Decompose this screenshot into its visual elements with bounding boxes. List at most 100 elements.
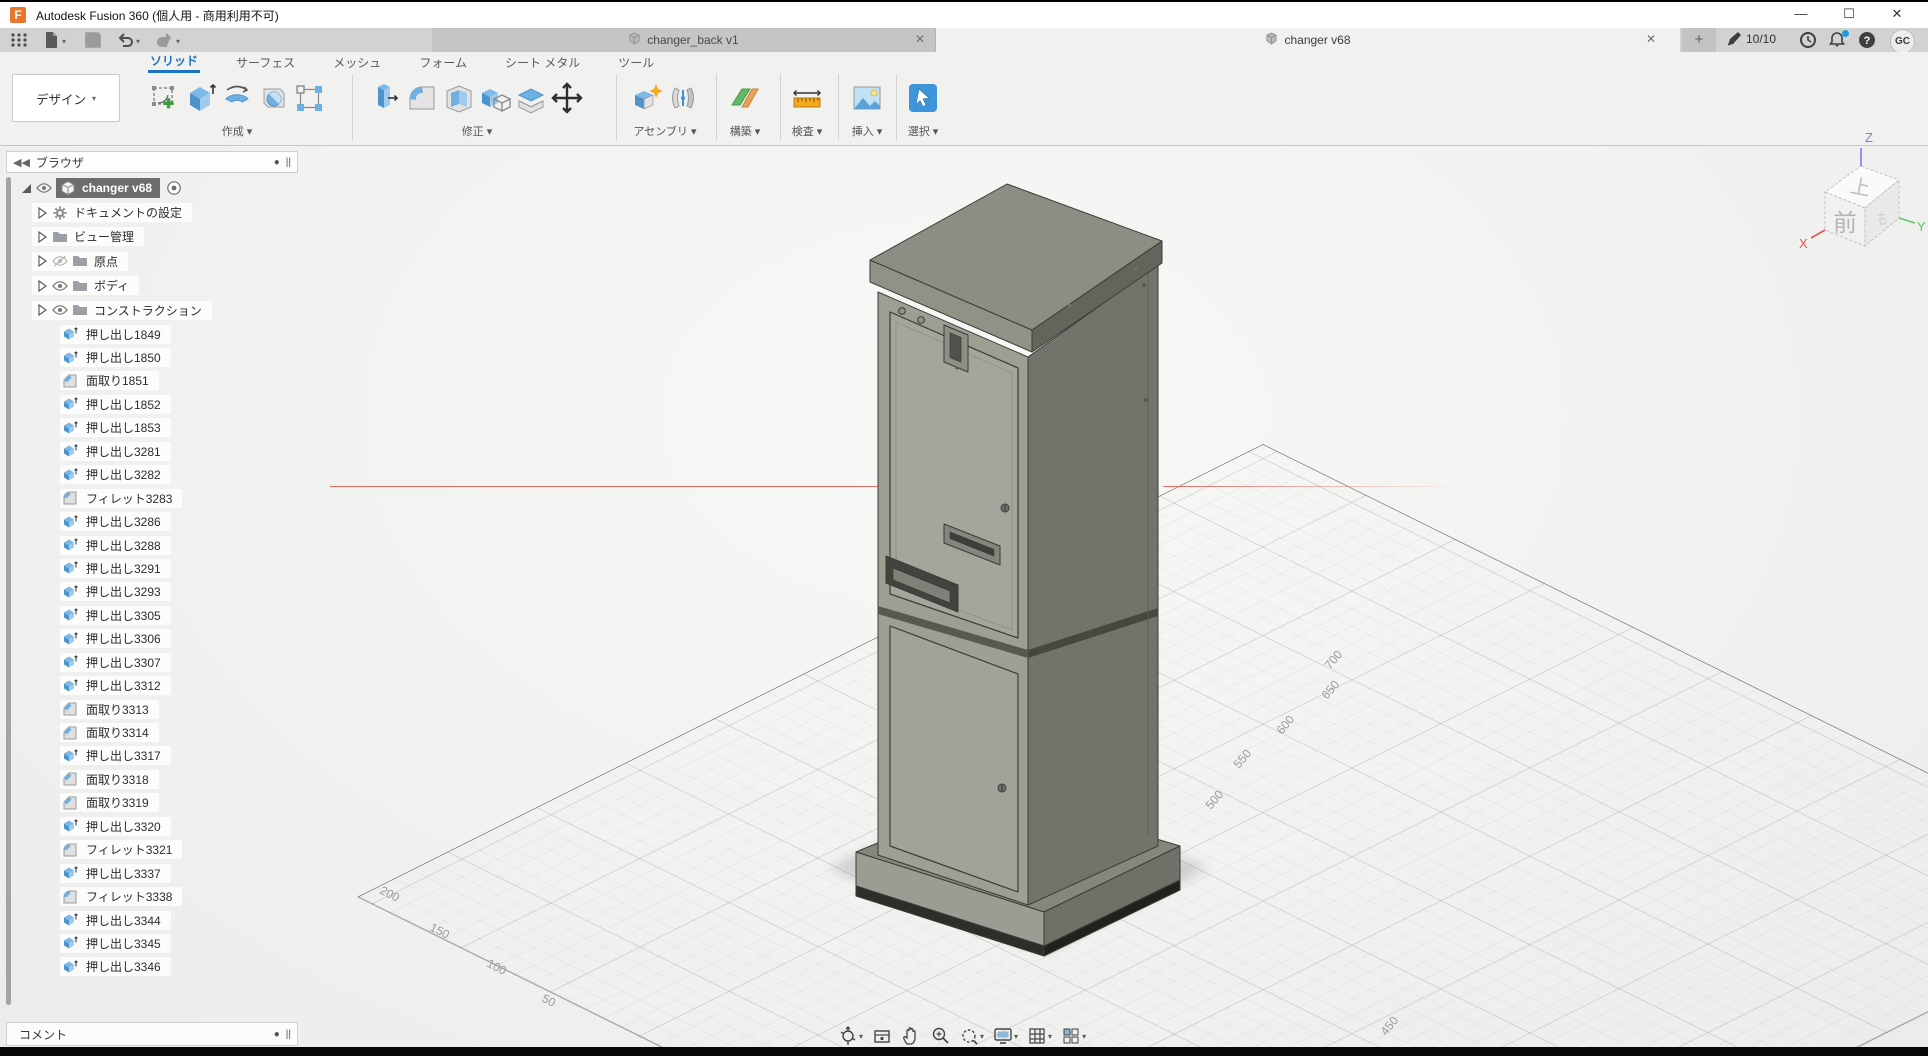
browser-feature-row[interactable]: 面取り3318: [60, 768, 308, 791]
move-icon[interactable]: [550, 81, 584, 115]
tab-close-icon[interactable]: ✕: [1646, 32, 1656, 46]
collapsed-arrow-icon[interactable]: [34, 229, 50, 245]
sweep-icon[interactable]: [256, 81, 290, 115]
ribbon-tab-2[interactable]: メッシュ: [331, 54, 383, 71]
tab-close-icon[interactable]: ✕: [915, 32, 925, 46]
visibility-eye-icon[interactable]: [36, 181, 52, 195]
browser-feature-row[interactable]: 押し出し3305: [60, 604, 308, 627]
browser-folder-row[interactable]: ドキュメントの設定: [32, 200, 308, 224]
ribbon-tab-5[interactable]: ツール: [616, 54, 656, 71]
browser-folder-row[interactable]: ビュー管理: [32, 225, 308, 249]
browser-feature-row[interactable]: 押し出し3293: [60, 580, 308, 603]
collapsed-arrow-icon[interactable]: [34, 302, 50, 318]
visibility-eye-icon[interactable]: [52, 279, 68, 293]
browser-root-row[interactable]: changer v68: [18, 176, 308, 200]
browser-feature-row[interactable]: フィレット3321: [60, 838, 308, 861]
document-tab-changer[interactable]: changer v68 ✕: [936, 28, 1680, 52]
collapsed-arrow-icon[interactable]: [34, 253, 50, 269]
ribbon-tab-4[interactable]: シート メタル: [503, 54, 582, 71]
browser-feature-row[interactable]: 押し出し3344: [60, 908, 308, 931]
joint-icon[interactable]: [666, 81, 700, 115]
extrude-icon[interactable]: [184, 81, 218, 115]
panel-options-icon[interactable]: ●: [274, 157, 280, 168]
root-selection-highlight[interactable]: changer v68: [56, 178, 160, 198]
revolve-icon[interactable]: [220, 81, 254, 115]
browser-feature-row[interactable]: フィレット3283: [60, 486, 308, 509]
browser-feature-row[interactable]: 面取り3319: [60, 791, 308, 814]
zoom-button[interactable]: [930, 1026, 950, 1046]
browser-feature-row[interactable]: 面取り3313: [60, 697, 308, 720]
browser-feature-row[interactable]: 押し出し3306: [60, 627, 308, 650]
group-label-assemble[interactable]: アセンブリ ▾: [633, 123, 696, 139]
collapsed-arrow-icon[interactable]: [34, 278, 50, 294]
new-component-icon[interactable]: [630, 81, 664, 115]
browser-feature-row[interactable]: 押し出し3282: [60, 463, 308, 486]
job-status-clock-icon[interactable]: [1799, 31, 1817, 49]
browser-folder-row[interactable]: 原点: [32, 249, 308, 273]
browser-feature-row[interactable]: 押し出し3337: [60, 861, 308, 884]
insert-canvas-icon[interactable]: [850, 81, 884, 115]
minimize-button[interactable]: —: [1786, 4, 1816, 24]
redo-caret[interactable]: ▾: [176, 37, 180, 46]
press-pull-icon[interactable]: [370, 81, 404, 115]
view-cube[interactable]: 上 前 右 Z X Y: [1795, 128, 1928, 260]
browser-feature-row[interactable]: 押し出し3320: [60, 815, 308, 838]
browser-feature-row[interactable]: 押し出し1850: [60, 346, 308, 369]
comments-panel[interactable]: コメント ● ||: [6, 1022, 298, 1046]
browser-feature-row[interactable]: 面取り1851: [60, 369, 308, 392]
combine-icon[interactable]: [478, 81, 512, 115]
group-label-insert[interactable]: 挿入 ▾: [852, 123, 883, 139]
fit-button[interactable]: ▾: [959, 1026, 984, 1046]
pattern-icon[interactable]: [292, 81, 326, 115]
group-label-create[interactable]: 作成 ▾: [222, 123, 253, 139]
activate-component-radio[interactable]: [166, 180, 182, 196]
redo-icon[interactable]: [156, 31, 176, 49]
browser-feature-row[interactable]: 押し出し3317: [60, 744, 308, 767]
browser-feature-row[interactable]: 押し出し3307: [60, 650, 308, 673]
look-at-button[interactable]: [872, 1026, 892, 1046]
undo-icon[interactable]: [116, 31, 136, 49]
browser-feature-row[interactable]: 押し出し3312: [60, 674, 308, 697]
save-icon[interactable]: [84, 31, 104, 49]
collapse-panel-icon[interactable]: ◀◀: [13, 156, 30, 169]
browser-feature-row[interactable]: 押し出し3288: [60, 533, 308, 556]
panel-grip-icon[interactable]: ||: [286, 1029, 291, 1040]
group-label-modify[interactable]: 修正 ▾: [462, 123, 493, 139]
browser-feature-row[interactable]: 押し出し3345: [60, 932, 308, 955]
file-menu-caret[interactable]: ▾: [62, 37, 66, 46]
browser-feature-row[interactable]: 面取り3314: [60, 721, 308, 744]
browser-feature-row[interactable]: 押し出し3346: [60, 955, 308, 978]
grid-settings-button[interactable]: ▾: [1027, 1026, 1052, 1046]
browser-feature-row[interactable]: 押し出し1852: [60, 393, 308, 416]
workspace-selector[interactable]: デザイン▾: [12, 74, 120, 122]
help-icon[interactable]: ?: [1858, 31, 1876, 49]
visibility-off-icon[interactable]: [52, 254, 68, 268]
credits-indicator[interactable]: 10/10: [1726, 31, 1776, 47]
browser-scrollbar[interactable]: [6, 177, 11, 1005]
cabinet-model[interactable]: [856, 184, 1180, 956]
browser-folder-row[interactable]: ボディ: [32, 274, 308, 298]
browser-feature-row[interactable]: 押し出し3286: [60, 510, 308, 533]
close-button[interactable]: ✕: [1882, 4, 1912, 24]
offset-face-icon[interactable]: [514, 81, 548, 115]
orbit-button[interactable]: ▾: [838, 1026, 863, 1046]
browser-folder-row[interactable]: コンストラクション: [32, 298, 308, 322]
file-menu-icon[interactable]: [42, 31, 62, 49]
expanded-arrow-icon[interactable]: [18, 180, 34, 196]
ribbon-tab-3[interactable]: フォーム: [417, 54, 469, 71]
app-grid-menu-icon[interactable]: [10, 31, 30, 49]
ribbon-tab-1[interactable]: サーフェス: [234, 54, 297, 71]
panel-options-icon[interactable]: ●: [274, 1029, 280, 1040]
measure-icon[interactable]: [790, 81, 824, 115]
panel-grip-icon[interactable]: ||: [286, 157, 291, 168]
create-sketch-icon[interactable]: [148, 81, 182, 115]
document-tab-changer-back[interactable]: changer_back v1 ✕: [432, 28, 936, 52]
visibility-eye-icon[interactable]: [52, 303, 68, 317]
browser-feature-row[interactable]: 押し出し1849: [60, 322, 308, 345]
group-label-inspect[interactable]: 検査 ▾: [792, 123, 823, 139]
construction-plane-icon[interactable]: [728, 81, 762, 115]
undo-caret[interactable]: ▾: [136, 37, 140, 46]
browser-feature-row[interactable]: 押し出し3291: [60, 557, 308, 580]
display-settings-button[interactable]: ▾: [993, 1026, 1018, 1046]
collapsed-arrow-icon[interactable]: [34, 205, 50, 221]
